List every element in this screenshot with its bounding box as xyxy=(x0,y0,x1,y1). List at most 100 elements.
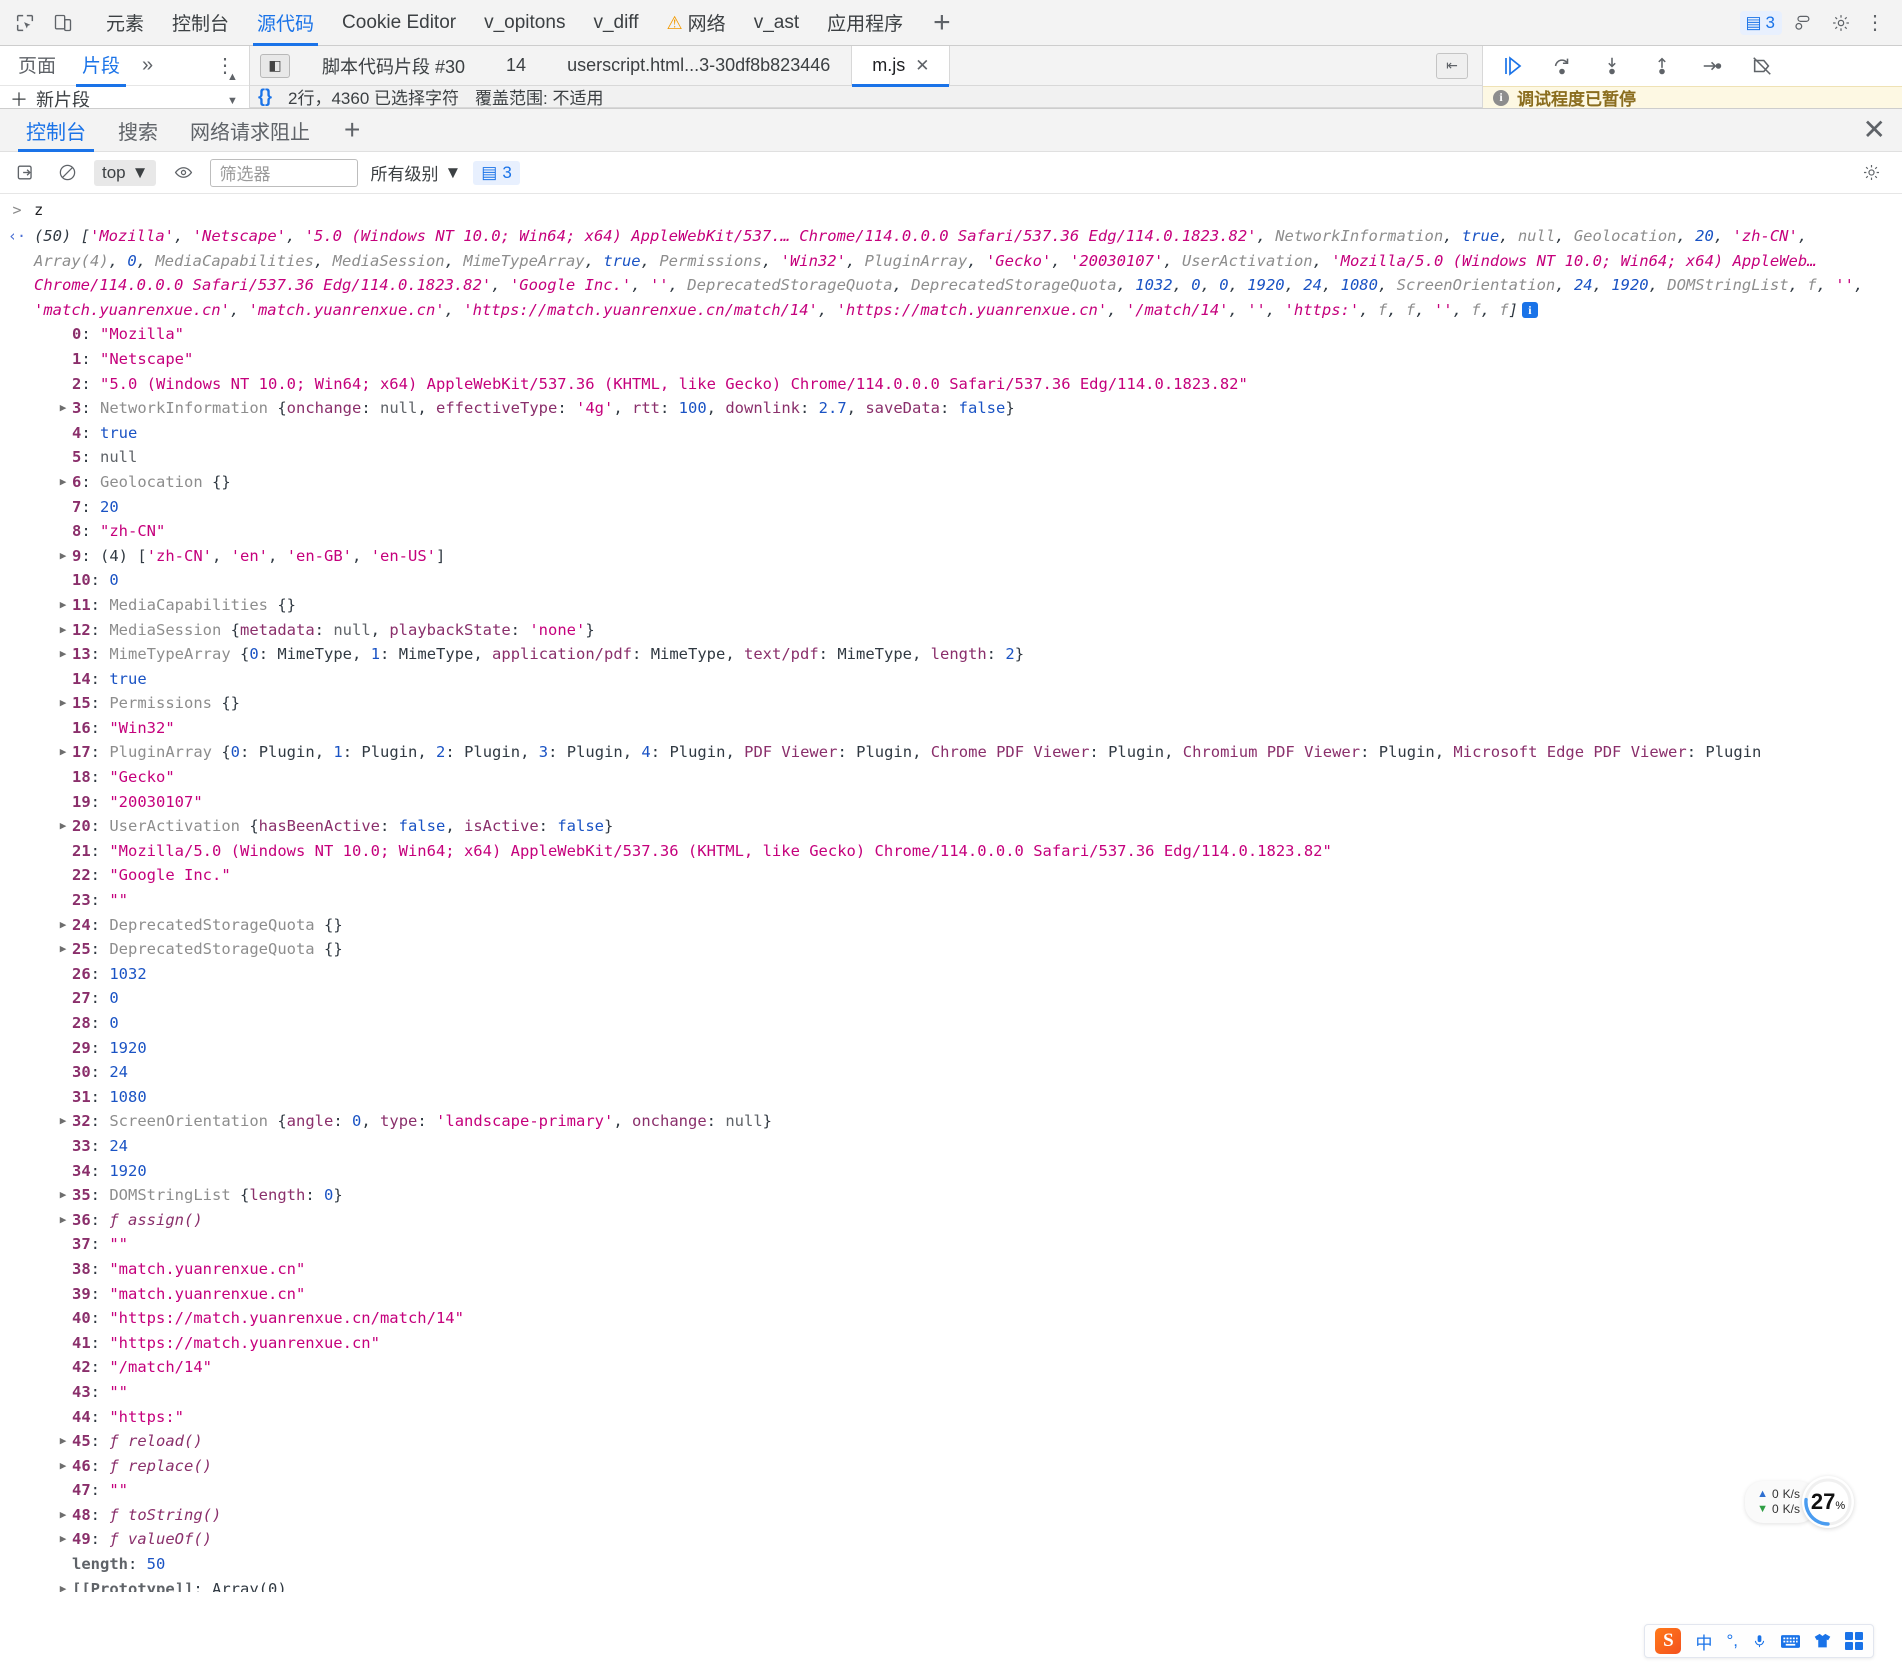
step-out-button[interactable] xyxy=(1645,49,1679,83)
tab-v-opitons[interactable]: v_opitons xyxy=(470,0,579,46)
object-property-row: length: 50 xyxy=(54,1552,1902,1577)
tab-application[interactable]: 应用程序 xyxy=(813,0,917,46)
property-value-token: rtt xyxy=(632,399,660,418)
console-filter-input[interactable]: 筛选器 xyxy=(210,158,359,187)
step-over-button[interactable] xyxy=(1545,49,1579,83)
summary-token: MediaSession xyxy=(332,251,445,270)
resume-script-execution-button[interactable] xyxy=(1495,49,1529,83)
tab-sources[interactable]: 源代码 xyxy=(243,0,328,46)
summary-token: ] xyxy=(1508,300,1518,319)
expand-triangle-icon[interactable]: ▶ xyxy=(54,1183,72,1208)
add-drawer-tab-button[interactable]: + xyxy=(326,114,378,146)
tab-cookie-editor[interactable]: Cookie Editor xyxy=(328,0,470,46)
ime-punctuation-toggle[interactable]: °, xyxy=(1726,1631,1738,1651)
scroll-down-icon[interactable]: ▼ xyxy=(227,96,241,107)
expand-triangle-icon[interactable]: ▶ xyxy=(54,691,72,716)
summary-token: , xyxy=(286,227,305,245)
array-summary[interactable]: (50) ['Mozilla', 'Netscape', '5.0 (Windo… xyxy=(34,224,1902,322)
summary-token: MediaCapabilities xyxy=(155,251,314,270)
show-navigator-icon[interactable]: ◧ xyxy=(260,53,290,78)
property-colon: : xyxy=(90,1407,110,1426)
file-tab-14[interactable]: 14 xyxy=(486,46,547,86)
tab-network[interactable]: ⚠ 网络 xyxy=(653,0,740,46)
file-tab-snippet-30[interactable]: 脚本代码片段 #30 xyxy=(302,46,486,86)
expand-triangle-icon[interactable]: ▶ xyxy=(54,396,72,421)
expand-triangle-icon[interactable]: ▶ xyxy=(54,913,72,938)
device-toolbar-icon[interactable] xyxy=(44,4,82,42)
message-count-badge[interactable]: ▤ 3 xyxy=(1740,10,1782,35)
mic-icon[interactable] xyxy=(1752,1633,1767,1650)
expand-triangle-icon[interactable]: ▶ xyxy=(54,593,72,618)
property-colon: : xyxy=(90,768,110,787)
clear-console-icon[interactable] xyxy=(10,158,40,188)
drawer-tab-console[interactable]: 控制台 xyxy=(10,108,102,152)
sidebar-item-snippets[interactable]: 片段 xyxy=(70,45,132,87)
issues-icon[interactable] xyxy=(1786,6,1820,40)
property-value-token: : xyxy=(800,399,819,418)
summary-token: , xyxy=(892,276,912,295)
network-speed-widget[interactable]: ▲ 0 K/s ▼ 0 K/s 27% xyxy=(1745,1476,1854,1528)
step-button[interactable] xyxy=(1695,49,1729,83)
expand-triangle-icon[interactable]: ▶ xyxy=(54,1577,72,1592)
console-message-count-badge[interactable]: ▤ 3 xyxy=(473,160,520,185)
expand-triangle-icon[interactable]: ▶ xyxy=(54,1109,72,1134)
expand-triangle-icon[interactable]: ▶ xyxy=(54,1454,72,1479)
keyboard-icon[interactable] xyxy=(1781,1634,1800,1649)
property-value-token: MimeType xyxy=(277,645,353,664)
expand-triangle-icon[interactable]: ▶ xyxy=(54,1527,72,1552)
summary-token: 'match.yuanrenxue.cn' xyxy=(248,300,445,319)
warning-triangle-icon: ⚠ xyxy=(666,12,683,33)
tab-v-diff[interactable]: v_diff xyxy=(579,0,652,46)
property-value-token: "" xyxy=(109,1382,129,1401)
property-value-token: hasBeenActive xyxy=(258,817,380,836)
sources-navigator-tabs: 页面 片段 » ⋮ xyxy=(0,45,249,87)
file-tab-userscript[interactable]: userscript.html...3-30df8b823446 xyxy=(547,46,851,86)
expand-triangle-icon[interactable]: ▶ xyxy=(54,618,72,643)
gear-icon[interactable] xyxy=(1824,6,1858,40)
property-value-token: downlink xyxy=(725,399,800,418)
no-entry-icon[interactable] xyxy=(52,158,82,188)
property-value-token: false xyxy=(958,399,1006,418)
sidebar-item-page[interactable]: 页面 xyxy=(6,45,68,86)
close-drawer-icon[interactable]: ✕ xyxy=(1863,116,1886,144)
scrollbar-arrows[interactable]: ▲ ▼ xyxy=(227,72,241,107)
close-icon[interactable]: ✕ xyxy=(915,56,929,76)
info-icon[interactable]: i xyxy=(1521,302,1538,319)
console-level-selector[interactable]: 所有级别 ▼ xyxy=(370,160,461,185)
apps-grid-icon[interactable] xyxy=(1845,1632,1863,1650)
expand-triangle-icon[interactable]: ▶ xyxy=(54,470,72,495)
pretty-print-icon[interactable]: {} xyxy=(258,86,272,107)
step-into-button[interactable] xyxy=(1595,49,1629,83)
expand-triangle-icon[interactable]: ▶ xyxy=(54,740,72,765)
expand-triangle-icon[interactable]: ▶ xyxy=(54,642,72,667)
tab-elements[interactable]: 元素 xyxy=(92,0,158,46)
drawer-tab-search[interactable]: 搜索 xyxy=(102,108,174,152)
file-tab-m-js[interactable]: m.js ✕ xyxy=(851,45,951,87)
drawer-tab-request-blocking[interactable]: 网络请求阻止 xyxy=(174,108,326,152)
expand-triangle-icon[interactable]: ▶ xyxy=(54,814,72,839)
tab-console[interactable]: 控制台 xyxy=(158,0,243,46)
more-vertical-icon[interactable]: ⋮ xyxy=(1862,10,1888,35)
message-count: 3 xyxy=(1765,12,1775,32)
skin-icon[interactable] xyxy=(1814,1633,1831,1649)
chevron-more-icon[interactable]: » xyxy=(134,54,161,77)
add-panel-button[interactable]: + xyxy=(917,0,967,46)
show-debugger-sidebar-icon[interactable]: ⇤ xyxy=(1436,52,1468,79)
ime-toolbar[interactable]: S 中 °, xyxy=(1644,1624,1874,1658)
gear-icon[interactable] xyxy=(1856,158,1886,188)
ime-mode-toggle[interactable]: 中 xyxy=(1695,1629,1712,1654)
expand-triangle-icon[interactable]: ▶ xyxy=(54,1503,72,1528)
expand-triangle-icon[interactable]: ▶ xyxy=(54,1208,72,1233)
inspect-element-icon[interactable] xyxy=(6,4,44,42)
expand-triangle-icon[interactable]: ▶ xyxy=(54,544,72,569)
property-value-token: : xyxy=(380,817,399,836)
execution-context-selector[interactable]: top ▼ xyxy=(94,159,157,186)
live-expression-icon[interactable] xyxy=(168,158,198,188)
sogou-logo-icon[interactable]: S xyxy=(1655,1628,1682,1654)
property-value-token: Array(0) xyxy=(212,1579,287,1592)
deactivate-breakpoints-button[interactable] xyxy=(1745,49,1779,83)
scroll-up-icon[interactable]: ▲ xyxy=(227,72,241,83)
expand-triangle-icon[interactable]: ▶ xyxy=(54,1429,72,1454)
tab-v-ast[interactable]: v_ast xyxy=(740,0,813,46)
expand-triangle-icon[interactable]: ▶ xyxy=(54,937,72,962)
